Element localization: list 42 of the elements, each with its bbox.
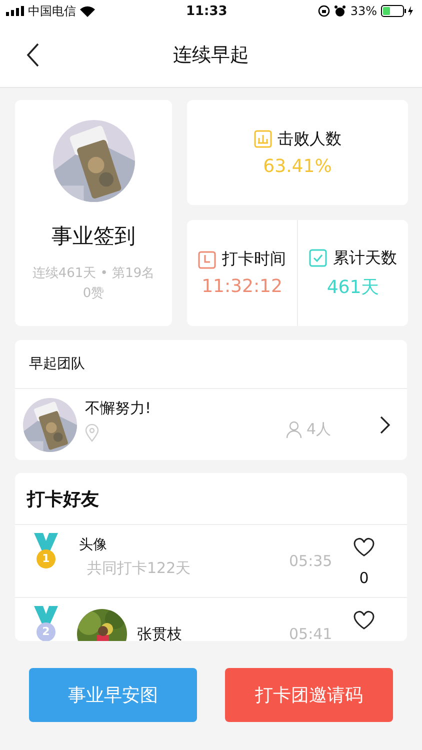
person-icon <box>286 420 302 438</box>
location-pin-icon <box>85 424 99 442</box>
clock-icon <box>198 250 216 268</box>
like-count: 0 <box>359 569 369 587</box>
medal-icon <box>31 606 61 641</box>
stat-value: 461天 <box>326 276 380 298</box>
page-title: 连续早起 <box>173 42 249 68</box>
bar-chart-icon <box>254 130 272 148</box>
section-title: 早起团队 <box>29 355 85 373</box>
like-count: 0赞 <box>82 285 104 302</box>
rank-number: 2 <box>41 625 51 639</box>
action-button[interactable]: 打卡团邀请码 <box>225 668 393 722</box>
team-name: 不懈努力! <box>85 399 152 418</box>
checkin-time: 05:41 <box>289 625 334 641</box>
member-count: 4人 <box>306 420 331 439</box>
carrier-name: 中国电信 <box>28 2 76 20</box>
avatar-alt-text: 头像 <box>79 536 107 554</box>
wifi-icon <box>80 6 95 16</box>
friend-name: 张贯枝 <box>137 624 183 641</box>
like-button[interactable] <box>353 537 375 557</box>
stat-label: 累计天数 <box>333 248 397 268</box>
stat-value: 11:32:12 <box>202 276 282 297</box>
chevron-right-icon[interactable] <box>379 414 391 434</box>
medal-icon <box>31 533 61 569</box>
stat-label: 打卡时间 <box>222 249 286 270</box>
checkbox-icon <box>309 249 327 267</box>
rotation-lock-icon <box>318 5 330 17</box>
alarm-icon <box>334 5 346 17</box>
checkin-time: 05:35 <box>289 552 334 570</box>
profile-name: 事业签到 <box>52 223 136 250</box>
like-button[interactable] <box>353 610 375 630</box>
shared-days: 共同打卡122天 <box>87 558 289 578</box>
rank-number: 1 <box>41 552 51 566</box>
signal-icon <box>6 6 24 16</box>
stat-value: 63.41% <box>263 156 332 176</box>
section-title: 打卡好友 <box>27 488 99 510</box>
stat-label: 击败人数 <box>278 128 342 150</box>
action-button[interactable]: 事业早安图 <box>29 668 197 722</box>
status-time: 11:33 <box>186 4 228 18</box>
battery-charging-icon <box>381 5 414 17</box>
streak-rank: 连续461天 • 第19名 <box>32 265 155 282</box>
battery-percent: 33% <box>350 4 377 18</box>
